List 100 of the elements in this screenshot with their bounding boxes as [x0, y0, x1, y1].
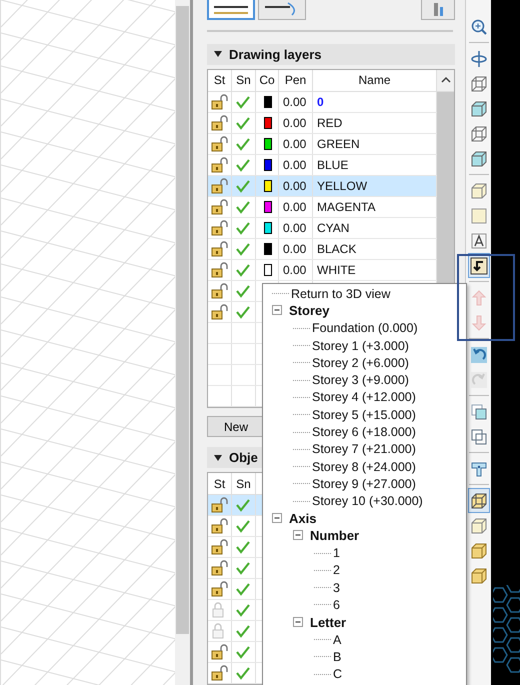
checkmark-icon[interactable]	[235, 498, 251, 512]
overlapping-squares-icon	[470, 402, 488, 420]
checkmark-icon[interactable]	[235, 519, 251, 533]
tree-item[interactable]: Storey 10 (+30.000)	[312, 494, 423, 508]
tree-item[interactable]: Storey 1 (+3.000)	[312, 338, 409, 353]
collapse-icon[interactable]	[293, 530, 304, 542]
undo-icon	[470, 346, 488, 364]
table-row[interactable]: 0.00 RED	[208, 112, 437, 134]
open-padlock-icon[interactable]	[211, 136, 229, 152]
open-padlock-icon[interactable]	[211, 304, 229, 320]
tree-item[interactable]: Number	[310, 528, 360, 544]
tree-item[interactable]: Storey 6 (+18.000)	[312, 425, 416, 440]
column-header[interactable]: St	[208, 473, 232, 494]
table-row[interactable]: 0.00 BLACK	[208, 238, 437, 260]
table-cell: MAGENTA	[317, 200, 376, 214]
open-padlock-icon[interactable]	[211, 282, 229, 299]
checkmark-icon[interactable]	[235, 284, 251, 298]
table-cell: BLACK	[317, 242, 356, 256]
redo-icon	[470, 370, 488, 388]
checkmark-icon[interactable]	[235, 242, 251, 256]
cube-icon	[470, 182, 488, 200]
view-button[interactable]	[207, 0, 255, 20]
tree-item[interactable]: 3	[333, 580, 340, 595]
open-padlock-icon[interactable]	[211, 262, 229, 278]
collapse-triangle-icon[interactable]	[213, 454, 223, 462]
open-padlock-icon[interactable]	[211, 581, 229, 597]
checkmark-icon[interactable]	[235, 200, 251, 214]
open-padlock-icon[interactable]	[211, 94, 229, 110]
column-header[interactable]: Co	[256, 70, 279, 91]
table-row[interactable]: 0.00 WHITE	[208, 260, 437, 281]
tree-item[interactable]: B	[333, 650, 342, 664]
table-cell: GREEN	[317, 136, 360, 151]
tree-item[interactable]: 6	[333, 598, 340, 612]
tree-item[interactable]: A	[333, 632, 342, 647]
checkmark-icon[interactable]	[235, 178, 251, 193]
checkmark-icon[interactable]	[235, 561, 251, 575]
checkmark-icon[interactable]	[235, 94, 251, 109]
tree-item[interactable]: 1	[333, 546, 340, 560]
view-button[interactable]	[258, 0, 306, 20]
tree-item[interactable]: C	[333, 667, 342, 682]
open-padlock-icon[interactable]	[211, 220, 229, 236]
open-padlock-icon[interactable]	[211, 156, 229, 173]
checkmark-icon[interactable]	[235, 136, 251, 151]
open-padlock-icon[interactable]	[211, 240, 229, 257]
column-header[interactable]: Pen	[279, 70, 313, 91]
open-padlock-icon[interactable]	[211, 114, 229, 131]
scrollbar[interactable]	[175, 0, 193, 685]
tree-item[interactable]: Storey 4 (+12.000)	[312, 390, 416, 404]
toolbar-button[interactable]	[468, 488, 490, 513]
tree-item[interactable]: Axis	[289, 511, 316, 526]
new-button[interactable]: New	[207, 416, 265, 438]
section-title: Drawing layers	[229, 46, 322, 62]
table-row[interactable]: 0.00 YELLOW	[208, 176, 437, 197]
collapse-icon[interactable]	[293, 616, 304, 628]
open-padlock-icon[interactable]	[211, 665, 229, 681]
open-padlock-icon[interactable]	[211, 497, 229, 513]
square-icon	[470, 206, 488, 224]
table-row[interactable]: 0.00 CYAN	[208, 218, 437, 239]
column-header[interactable]: Sn	[232, 473, 256, 494]
open-padlock-icon[interactable]	[211, 644, 229, 660]
open-padlock-icon[interactable]	[211, 518, 229, 534]
tree-item[interactable]: Storey 8 (+24.000)	[312, 460, 416, 474]
checkmark-icon[interactable]	[235, 540, 251, 554]
column-header[interactable]: St	[208, 70, 232, 91]
scrollbar-thumb[interactable]	[176, 6, 189, 634]
collapse-icon[interactable]	[272, 513, 283, 524]
text-icon	[470, 232, 488, 250]
checkmark-icon[interactable]	[235, 603, 251, 617]
toolbar-button[interactable]	[468, 253, 490, 278]
tree-item[interactable]: Storey 7 (+21.000)	[312, 442, 416, 456]
tree-item[interactable]: Storey 2 (+6.000)	[312, 356, 409, 370]
tree-item[interactable]: Foundation (0.000)	[312, 321, 418, 336]
table-row[interactable]: 0.00 MAGENTA	[208, 196, 437, 218]
tree-item[interactable]: Storey 5 (+15.000)	[312, 408, 416, 422]
checkmark-icon[interactable]	[235, 624, 251, 638]
checkmark-icon[interactable]	[235, 116, 251, 130]
chevron-up-icon[interactable]	[440, 76, 450, 84]
checkmark-icon[interactable]	[235, 582, 251, 596]
tree-item[interactable]: Return to 3D view	[291, 286, 390, 301]
checkmark-icon[interactable]	[235, 645, 251, 659]
table-row[interactable]: 0.00 GREEN	[208, 134, 437, 155]
open-padlock-icon[interactable]	[211, 198, 229, 215]
column-header[interactable]: Sn	[232, 70, 256, 91]
section-header[interactable]: Drawing layers	[207, 44, 455, 65]
collapse-icon[interactable]	[272, 305, 283, 316]
table-row[interactable]: 0.00 0	[208, 92, 437, 113]
open-padlock-icon[interactable]	[211, 178, 229, 194]
collapse-triangle-icon[interactable]	[213, 50, 223, 58]
checkmark-icon[interactable]	[235, 158, 251, 172]
checkmark-icon[interactable]	[235, 666, 251, 680]
open-padlock-icon[interactable]	[211, 539, 229, 555]
tree-item[interactable]: Storey 9 (+27.000)	[312, 476, 416, 491]
open-padlock-icon[interactable]	[211, 560, 229, 576]
tree-item[interactable]: Letter	[310, 614, 346, 630]
checkmark-icon[interactable]	[235, 304, 251, 319]
checkmark-icon[interactable]	[235, 220, 251, 235]
tree-item[interactable]: 2	[333, 563, 340, 578]
tree-item[interactable]: Storey 3 (+9.000)	[312, 373, 409, 388]
checkmark-icon[interactable]	[235, 262, 251, 277]
tree-item[interactable]: Storey	[289, 303, 330, 318]
